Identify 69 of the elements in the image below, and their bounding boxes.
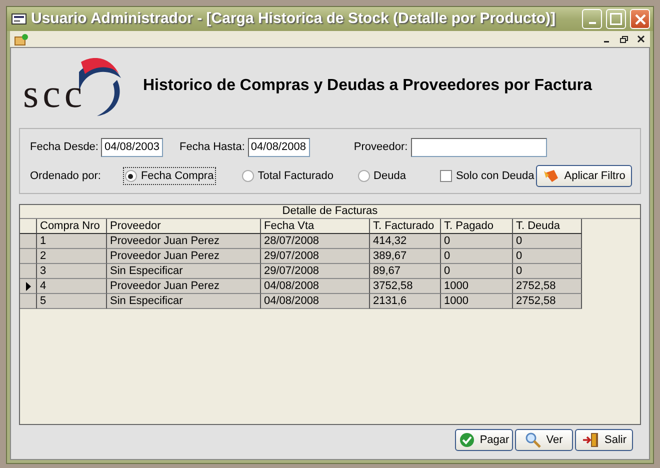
table-cell: 0	[513, 234, 582, 249]
column-header: T. Pagado	[441, 219, 513, 234]
company-logo: scc	[21, 56, 125, 116]
table-cell: 2752,58	[513, 294, 582, 309]
column-header: Fecha Vta	[261, 219, 370, 234]
magnifier-icon	[525, 432, 542, 448]
column-header: Proveedor	[107, 219, 261, 234]
table-cell: 414,32	[370, 234, 441, 249]
row-selector[interactable]	[20, 279, 37, 294]
mdi-close-icon[interactable]	[635, 34, 646, 44]
table-cell: 0	[513, 249, 582, 264]
table-cell: 04/08/2008	[261, 279, 370, 294]
view-button[interactable]: Ver	[515, 429, 573, 451]
window-title: Usuario Administrador - [Carga Historica de Stock (Detalle por Producto)]	[31, 8, 557, 29]
table-cell: 3	[37, 264, 107, 279]
exit-button[interactable]: Salir	[575, 429, 633, 451]
checkbox-option[interactable]: Solo con Deuda	[438, 166, 536, 186]
table-cell: 2752,58	[513, 279, 582, 294]
maximize-icon	[610, 13, 622, 25]
table-cell: Proveedor Juan Perez	[107, 234, 261, 249]
close-icon	[634, 14, 646, 24]
table-cell: 89,67	[370, 264, 441, 279]
table-cell: 1000	[441, 279, 513, 294]
table-cell: 4	[37, 279, 107, 294]
table-cell: 2	[37, 249, 107, 264]
field-label: Fecha Desde:	[30, 140, 98, 155]
table-cell: 389,67	[370, 249, 441, 264]
table-cell: 3752,58	[370, 279, 441, 294]
column-header: T. Facturado	[370, 219, 441, 234]
current-row-icon	[26, 282, 30, 290]
table-cell: 5	[37, 294, 107, 309]
table-cell: 29/07/2008	[261, 264, 370, 279]
radio-option[interactable]: Total Facturado	[240, 166, 336, 186]
radio-option[interactable]: Deuda	[356, 166, 408, 186]
mdi-restore-icon[interactable]	[618, 34, 629, 44]
table-cell: Sin Especificar	[107, 264, 261, 279]
field-label: Fecha Hasta:	[179, 140, 245, 155]
check-icon	[458, 432, 475, 448]
table-cell: 04/08/2008	[261, 294, 370, 309]
column-header: Compra Nro	[37, 219, 107, 234]
close-button[interactable]	[630, 9, 650, 29]
table-cell: Proveedor Juan Perez	[107, 249, 261, 264]
table-cell: 2131,6	[370, 294, 441, 309]
app-icon	[11, 12, 27, 26]
column-header: T. Deuda	[513, 219, 582, 234]
table-cell: Sin Especificar	[107, 294, 261, 309]
field-label: Proveedor:	[354, 140, 408, 155]
text-field[interactable]: 04/08/2008	[248, 138, 310, 156]
text-field[interactable]: 04/08/2003	[101, 138, 164, 156]
text-field[interactable]	[410, 138, 547, 156]
minimize-icon	[588, 22, 596, 24]
door-icon	[582, 432, 600, 448]
apply-filter-button[interactable]: Aplicar Filtro	[536, 165, 632, 187]
table-cell: 0	[441, 264, 513, 279]
radio-option[interactable]: Fecha Compra	[122, 166, 216, 186]
table-cell: 1000	[441, 294, 513, 309]
table-cell: 28/07/2008	[261, 234, 370, 249]
maximize-button[interactable]	[606, 9, 626, 29]
minimize-button[interactable]	[582, 9, 602, 29]
pay-button[interactable]: Pagar	[455, 429, 513, 451]
order-label: Ordenado por:	[30, 168, 101, 184]
document-icon[interactable]	[14, 32, 28, 46]
report-title: Historico de Compras y Deudas a Proveedores por Factura	[143, 76, 592, 96]
table-cell: 29/07/2008	[261, 249, 370, 264]
table-cell: 0	[441, 234, 513, 249]
table-cell: Proveedor Juan Perez	[107, 279, 261, 294]
table-cell: 0	[441, 249, 513, 264]
table-cell: 1	[37, 234, 107, 249]
table-cell: 0	[513, 264, 582, 279]
